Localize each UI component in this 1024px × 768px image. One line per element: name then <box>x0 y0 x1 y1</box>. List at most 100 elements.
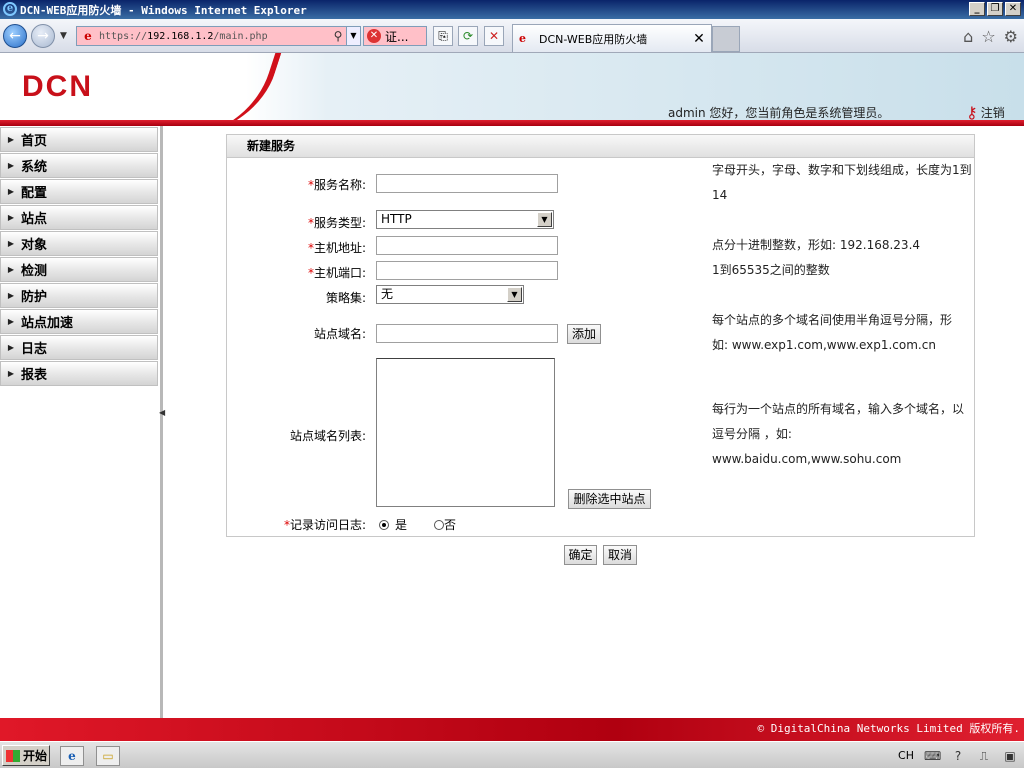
access-log-label-text: 记录访问日志: <box>289 518 366 532</box>
chevron-down-icon[interactable]: ▼ <box>507 287 522 302</box>
triangle-right-icon: ▶ <box>7 317 15 326</box>
stop-icon[interactable]: ✕ <box>484 26 504 46</box>
access-log-no-radio[interactable]: 否 <box>434 516 456 533</box>
triangle-right-icon: ▶ <box>7 239 15 248</box>
access-log-yes-label: 是 <box>395 518 408 532</box>
address-bar[interactable]: e https://192.168.1.2/main.php ⚲ ▼ <box>76 26 361 46</box>
system-tray: CH ⌨ ? ⎍ ▣ <box>898 745 1024 766</box>
gear-icon[interactable]: ⚙ <box>1004 27 1018 46</box>
service-type-select[interactable]: HTTP ▼ <box>376 210 554 229</box>
policy-set-label: 策略集: <box>325 291 366 305</box>
service-name-label: *服务名称: <box>226 176 366 193</box>
sidebar-item-label: 报表 <box>21 368 48 383</box>
home-icon[interactable]: ⌂ <box>963 27 973 46</box>
window-title: DCN-WEB应用防火墙 - Windows Internet Explorer <box>20 3 307 17</box>
sidebar-item-label: 站点 <box>21 212 48 227</box>
certificate-error-label: 证... <box>385 29 409 44</box>
sidebar-item-home[interactable]: ▶ 首页 <box>0 127 158 152</box>
sidebar-item-system[interactable]: ▶ 系统 <box>0 153 158 178</box>
close-icon[interactable]: ✕ <box>1005 2 1021 16</box>
service-type-label-text: 服务类型: <box>313 216 366 230</box>
help-icon[interactable]: ? <box>950 748 966 764</box>
page-e-icon: e <box>84 29 92 43</box>
host-port-hint: 1到65535之间的整数 <box>712 263 830 277</box>
certificate-error-icon: ✕ <box>367 29 381 43</box>
delete-selected-site-button[interactable]: 删除选中站点 <box>568 489 651 509</box>
sidebar-item-label: 首页 <box>21 134 48 149</box>
access-log-yes-radio[interactable]: 是 <box>379 516 407 533</box>
sidebar-item-site-accel[interactable]: ▶ 站点加速 <box>0 309 158 334</box>
triangle-right-icon: ▶ <box>7 291 15 300</box>
tab-close-icon[interactable]: ✕ <box>691 31 707 47</box>
triangle-right-icon: ▶ <box>7 369 15 378</box>
sidebar-item-label: 配置 <box>21 186 48 201</box>
sidebar-item-object[interactable]: ▶ 对象 <box>0 231 158 256</box>
refresh-icon[interactable]: ⟳ <box>458 26 478 46</box>
service-name-input[interactable] <box>376 174 558 193</box>
ie-taskbar-icon[interactable]: e <box>60 746 84 766</box>
domain-list-hint-line1: 每行为一个站点的所有域名，输入多个域名，以 <box>712 402 965 416</box>
sidebar-item-config[interactable]: ▶ 配置 <box>0 179 158 204</box>
cancel-button[interactable]: 取消 <box>603 545 637 565</box>
ok-button[interactable]: 确定 <box>564 545 597 565</box>
window-title-bar: e DCN-WEB应用防火墙 - Windows Internet Explor… <box>0 0 1024 19</box>
service-type-value: HTTP <box>381 212 412 226</box>
favorites-star-icon[interactable]: ☆ <box>981 27 995 46</box>
triangle-right-icon: ▶ <box>7 343 15 352</box>
host-address-label-text: 主机地址: <box>313 241 366 255</box>
host-port-input[interactable] <box>376 261 558 280</box>
service-name-label-text: 服务名称: <box>313 178 366 192</box>
forward-arrow-icon[interactable]: → <box>31 24 55 48</box>
ie-logo-icon: e <box>3 2 17 16</box>
folder-icon[interactable]: ▭ <box>96 746 120 766</box>
sidebar-item-log[interactable]: ▶ 日志 <box>0 335 158 360</box>
sidebar-item-label: 日志 <box>21 342 48 357</box>
sidebar-item-protect[interactable]: ▶ 防护 <box>0 283 158 308</box>
sidebar-item-label: 防护 <box>21 290 48 305</box>
new-tab-button[interactable] <box>712 26 740 52</box>
chevron-down-icon[interactable]: ▼ <box>537 212 552 227</box>
triangle-right-icon: ▶ <box>7 135 15 144</box>
sidebar-item-label: 站点加速 <box>21 316 74 331</box>
sidebar-item-detect[interactable]: ▶ 检测 <box>0 257 158 282</box>
search-icon[interactable]: ⚲ <box>330 29 346 43</box>
compatibility-view-icon[interactable]: ⎘ <box>433 26 453 46</box>
site-domain-label: 站点域名: <box>313 327 366 341</box>
triangle-right-icon: ▶ <box>7 161 15 170</box>
address-dropdown-icon[interactable]: ▼ <box>346 27 360 45</box>
tab-dcn-waf[interactable]: e DCN-WEB应用防火墙 ✕ <box>512 24 712 52</box>
host-address-input[interactable] <box>376 236 558 255</box>
add-domain-button[interactable]: 添加 <box>567 324 601 344</box>
network-icon[interactable]: ⎍ <box>976 748 992 764</box>
banner-swoosh <box>195 53 285 120</box>
history-dropdown-icon[interactable]: ▼ <box>60 31 67 41</box>
host-address-hint: 点分十进制整数，形如: 192.168.23.4 <box>712 238 921 252</box>
url-host: 192.168.1.2 <box>147 30 214 42</box>
url-prefix: https:// <box>99 30 148 42</box>
monitor-icon[interactable]: ▣ <box>1002 748 1018 764</box>
window-controls: _ ❐ ✕ <box>969 2 1021 16</box>
address-url[interactable]: https://192.168.1.2/main.php <box>99 31 330 42</box>
sidebar-item-site[interactable]: ▶ 站点 <box>0 205 158 230</box>
restore-icon[interactable]: ❐ <box>987 2 1003 16</box>
sidebar-item-label: 系统 <box>21 160 48 175</box>
keyboard-icon[interactable]: ⌨ <box>924 748 941 764</box>
certificate-error-button[interactable]: ✕ 证... <box>363 26 427 46</box>
start-button[interactable]: 开始 <box>2 745 50 766</box>
sidebar-item-label: 检测 <box>21 264 48 279</box>
policy-set-select[interactable]: 无 ▼ <box>376 285 524 304</box>
windows-flag-icon <box>6 749 20 762</box>
policy-set-value: 无 <box>381 287 394 301</box>
host-address-label: *主机地址: <box>226 239 366 256</box>
taskbar: 开始 e ▭ CH ⌨ ? ⎍ ▣ <box>0 741 1024 768</box>
site-domain-input[interactable] <box>376 324 558 343</box>
service-name-hint-line2: 14 <box>712 188 728 202</box>
back-arrow-icon[interactable]: ← <box>3 24 27 48</box>
minimize-icon[interactable]: _ <box>969 2 985 16</box>
sidebar-item-label: 对象 <box>21 238 48 253</box>
language-indicator[interactable]: CH <box>898 749 914 762</box>
start-label: 开始 <box>23 749 48 763</box>
sidebar-item-report[interactable]: ▶ 报表 <box>0 361 158 386</box>
sidebar-collapse-icon[interactable]: ◀ <box>159 408 165 417</box>
domain-list-box[interactable] <box>376 358 555 507</box>
